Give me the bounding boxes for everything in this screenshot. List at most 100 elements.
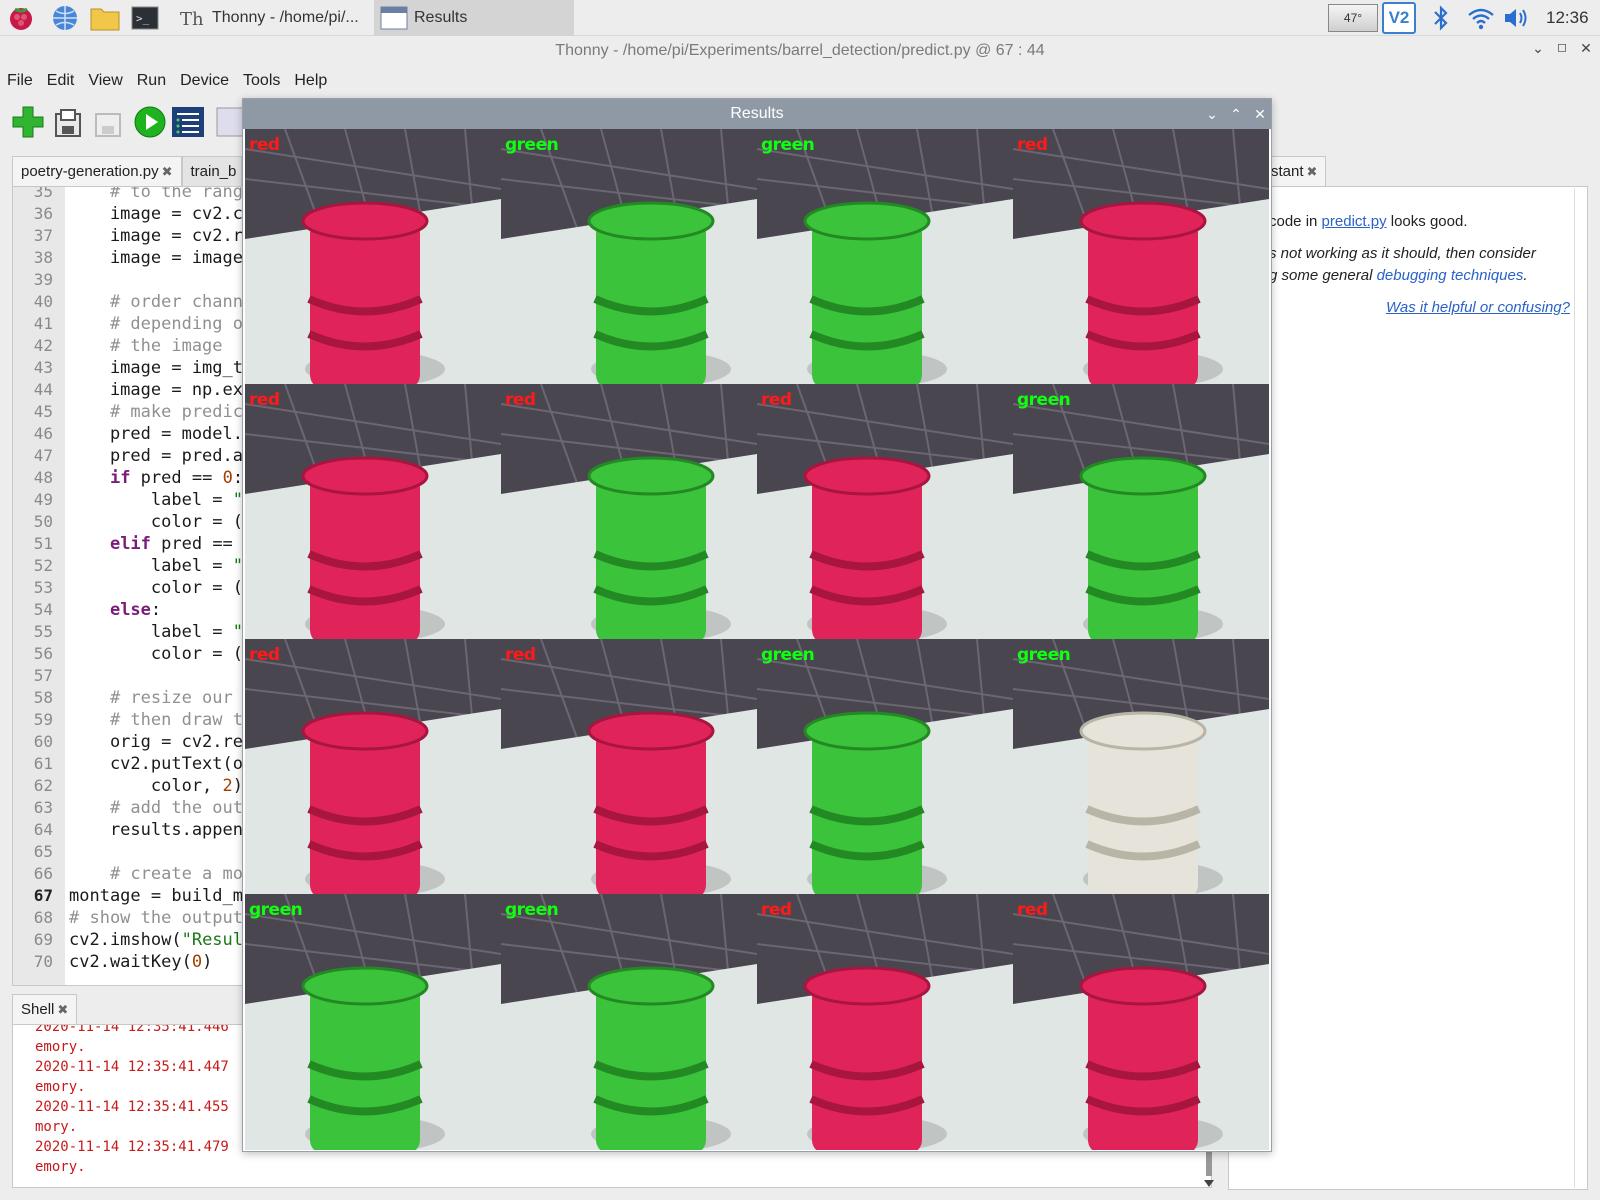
- shell-scrollbar[interactable]: [1202, 1150, 1216, 1190]
- shell-output-line: mory.: [35, 1119, 78, 1135]
- menu-file[interactable]: File: [0, 68, 40, 94]
- results-title-label: Results: [730, 105, 784, 122]
- feedback-link[interactable]: Was it helpful or confusing?: [1386, 299, 1570, 316]
- tab-poetry-generation[interactable]: poetry-generation.py ✖: [12, 156, 182, 186]
- menu-device[interactable]: Device: [173, 68, 236, 94]
- taskbar-task-results[interactable]: Results: [374, 0, 574, 36]
- maximize-button[interactable]: ◻: [1552, 40, 1572, 54]
- bluetooth-icon[interactable]: [1426, 3, 1456, 33]
- results-close-button[interactable]: ✕: [1251, 105, 1269, 123]
- vnc-icon[interactable]: V2: [1382, 2, 1416, 34]
- code-text: color, 2): [69, 776, 243, 796]
- file-manager-icon[interactable]: [90, 3, 120, 33]
- shell-output-line: 2020-11-14 12:35:41.455: [35, 1099, 229, 1115]
- code-line: 45 # make predict: [13, 402, 247, 424]
- code-token: 0: [191, 952, 203, 972]
- volume-icon[interactable]: [1502, 3, 1532, 33]
- menu-tools[interactable]: Tools: [236, 68, 287, 94]
- code-token: pred = model.p: [69, 424, 248, 444]
- code-token: image = np.exp: [69, 380, 248, 400]
- close-tab-icon[interactable]: ✖: [1307, 164, 1318, 179]
- code-token: color = (: [69, 512, 243, 532]
- line-number: 39: [33, 270, 53, 289]
- taskbar-task-thonny[interactable]: Th Thonny - /home/pi/...: [172, 0, 370, 36]
- code-text: pred = pred.ar: [69, 446, 247, 466]
- code-token: ): [202, 952, 213, 972]
- code-line: 55 label = "w: [13, 622, 247, 644]
- line-number: 36: [33, 204, 53, 223]
- prediction-label: green: [505, 900, 559, 920]
- code-token: label =: [69, 490, 233, 510]
- thonny-icon: Th: [178, 4, 206, 32]
- barrel-photo: [757, 894, 1013, 1150]
- assistant-scrollbar[interactable]: [1574, 188, 1586, 1188]
- new-file-icon[interactable]: [10, 104, 46, 140]
- line-number: 59: [33, 710, 53, 729]
- debug-icon[interactable]: [170, 104, 206, 140]
- terminal-icon[interactable]: >_: [130, 3, 160, 33]
- clock[interactable]: 12:36: [1546, 8, 1589, 28]
- cpu-temperature-monitor[interactable]: 47°: [1328, 4, 1378, 32]
- wifi-icon[interactable]: [1466, 3, 1496, 33]
- code-text: cv2.imshow("Result: [69, 930, 247, 950]
- debugging-techniques-link[interactable]: debugging techniques: [1377, 267, 1524, 284]
- shell-output-line: 2020-11-14 12:35:41.447: [35, 1059, 229, 1075]
- barrel-photo: [1013, 639, 1269, 895]
- assistant-text: looks good.: [1386, 213, 1468, 230]
- line-number: 48: [33, 468, 53, 487]
- open-file-icon[interactable]: [50, 104, 86, 140]
- taskbar-task-label: Results: [414, 9, 468, 26]
- tab-shell[interactable]: Shell ✖: [12, 994, 78, 1024]
- results-minimize-button[interactable]: ⌄: [1203, 105, 1221, 123]
- predict-py-link[interactable]: predict.py: [1322, 213, 1387, 230]
- menu-edit[interactable]: Edit: [40, 68, 82, 94]
- close-button[interactable]: ✕: [1576, 40, 1596, 57]
- prediction-label: green: [761, 645, 815, 665]
- code-text: image = cv2.re: [69, 226, 247, 246]
- prediction-label: red: [761, 900, 792, 920]
- assistant-text: .: [1523, 267, 1528, 284]
- line-number: 57: [33, 666, 53, 685]
- menu-view[interactable]: View: [81, 68, 129, 94]
- barrel-photo: [757, 639, 1013, 895]
- raspberry-menu-icon[interactable]: [6, 3, 36, 33]
- code-text: if pred == 0:: [69, 468, 243, 488]
- taskbar-task-label: Thonny - /home/pi/...: [212, 9, 359, 26]
- results-window-title[interactable]: Results: [243, 99, 1271, 129]
- code-line: 39: [13, 270, 247, 292]
- code-token: cv2.waitKey(: [69, 952, 192, 972]
- shell-output-line: emory.: [35, 1079, 86, 1095]
- menu-help[interactable]: Help: [287, 68, 334, 94]
- close-tab-icon[interactable]: ✖: [57, 1002, 68, 1017]
- results-maximize-button[interactable]: ⌃: [1227, 105, 1245, 123]
- montage-tile: green: [501, 129, 757, 385]
- code-line: 37 image = cv2.re: [13, 226, 247, 248]
- code-editor[interactable]: 35 # to the range 36 image = cv2.cv 37 ima…: [12, 186, 248, 986]
- web-browser-icon[interactable]: [50, 3, 80, 33]
- line-number: 66: [33, 864, 53, 883]
- assistant-panel: code in predict.py looks good. s not wor…: [1228, 186, 1588, 1190]
- code-token: color = (: [69, 578, 243, 598]
- code-line: 64 results.append: [13, 820, 247, 842]
- tab-train[interactable]: train_b: [181, 156, 242, 186]
- save-file-icon[interactable]: [90, 104, 126, 140]
- line-number: 42: [33, 336, 53, 355]
- code-line: 66 # create a mon: [13, 864, 247, 886]
- close-tab-icon[interactable]: ✖: [162, 164, 173, 179]
- code-token: cv2.putText(or: [69, 754, 248, 774]
- menu-run[interactable]: Run: [130, 68, 173, 94]
- code-text: # add the outp: [69, 798, 247, 818]
- code-line: 63 # add the outp: [13, 798, 247, 820]
- prediction-label: green: [1017, 645, 1071, 665]
- code-text: # make predict: [69, 402, 247, 422]
- menu-bar: File Edit View Run Device Tools Help: [0, 68, 334, 94]
- line-number: 65: [33, 842, 53, 861]
- montage-tile: red: [501, 639, 757, 895]
- code-line: 54 else:: [13, 600, 247, 622]
- line-number: 49: [33, 490, 53, 509]
- prediction-label: red: [1017, 135, 1048, 155]
- run-icon[interactable]: [132, 104, 168, 140]
- minimize-button[interactable]: ⌄: [1528, 40, 1548, 57]
- code-line: 50 color = (0: [13, 512, 247, 534]
